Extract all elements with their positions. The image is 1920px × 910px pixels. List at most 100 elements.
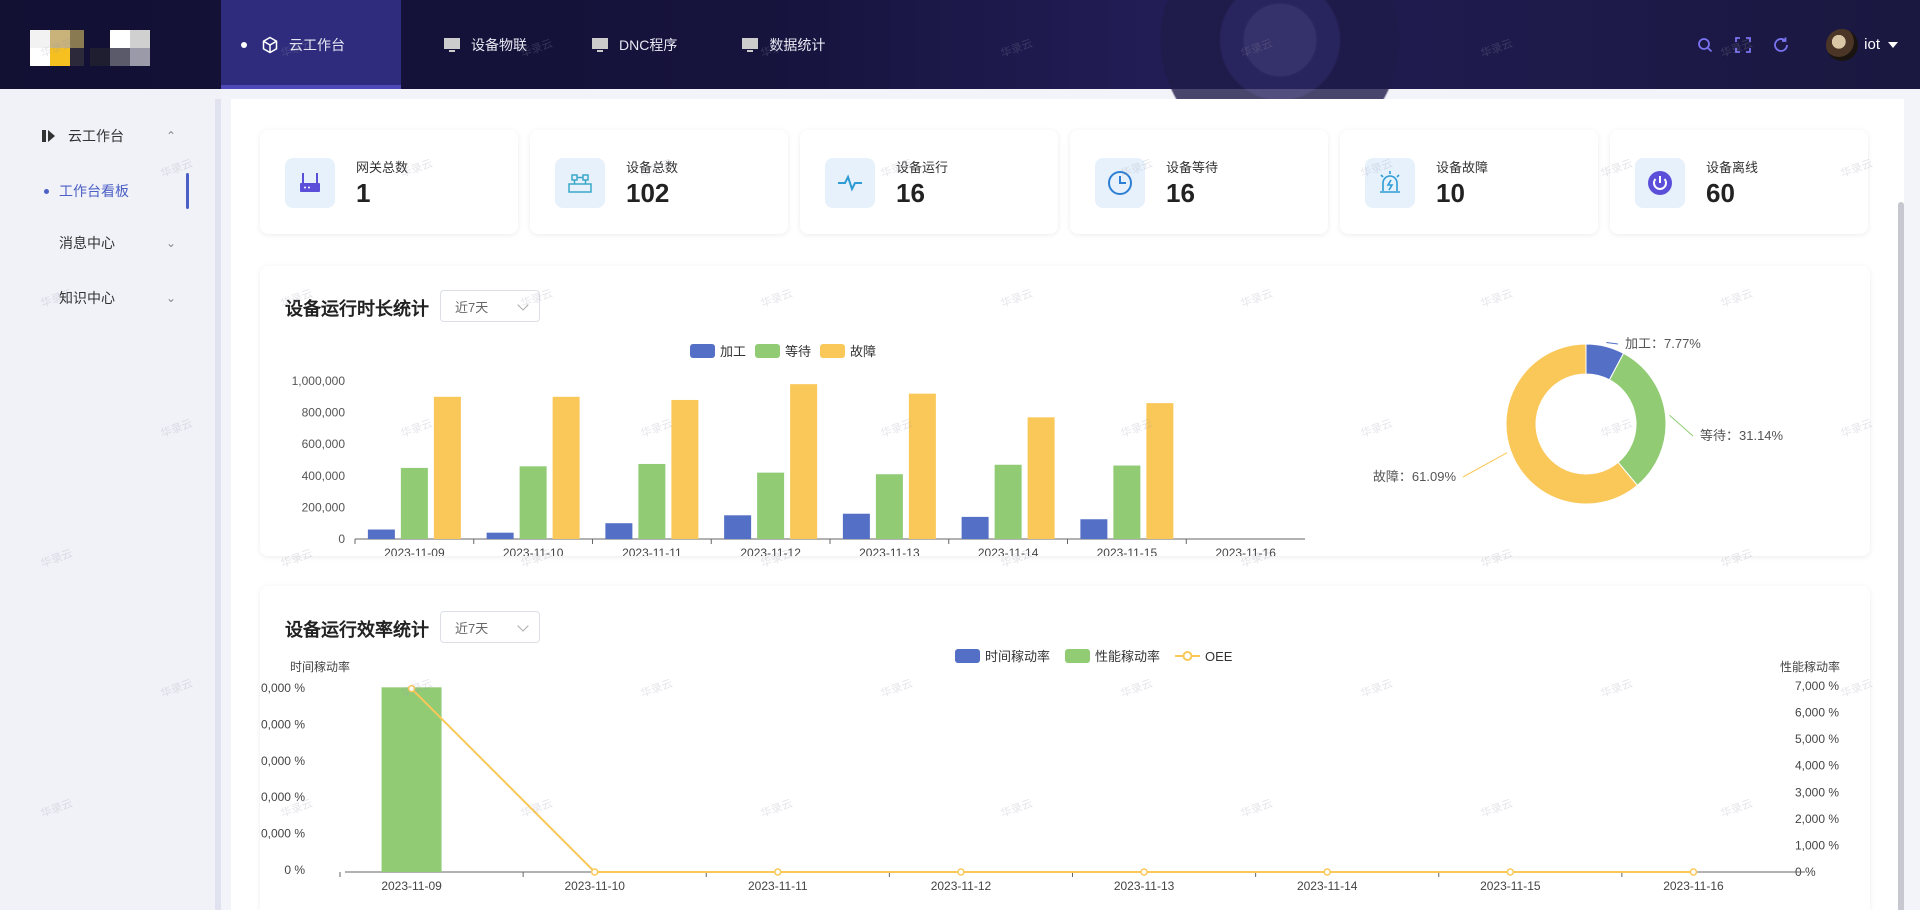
stat-value: 16 [1166, 178, 1195, 208]
fullscreen-icon[interactable] [1733, 35, 1753, 55]
panel-title: 设备运行效率统计 [285, 620, 429, 640]
x-tick-label: 2023-11-13 [859, 546, 920, 556]
stat-label: 设备等待 [1166, 160, 1219, 175]
nav-label: DNC程序 [619, 36, 678, 53]
y-tick-label: 0,000 % [261, 827, 305, 841]
legend-label: OEE [1205, 649, 1233, 664]
y-tick-label: 0 % [284, 863, 305, 877]
nav-item-data-statistics[interactable]: 数据统计 [709, 0, 857, 89]
x-tick-label: 2023-11-16 [1215, 546, 1276, 556]
sidebar-group-label: 云工作台 [68, 128, 124, 144]
x-tick-label: 2023-11-12 [740, 546, 801, 556]
legend-label: 等待 [785, 344, 811, 359]
efficiency-chart: 时间稼动率 性能稼动率 OEE时间稼动率 性能稼动率0 %0,000 %0,000 %… [261, 649, 1840, 893]
cube-icon [261, 36, 279, 54]
stat-label: 设备离线 [1706, 160, 1759, 175]
nav-item-dnc-program[interactable]: DNC程序 [559, 0, 709, 89]
sidebar-item-messages[interactable]: 消息中心 ⌄ [0, 223, 221, 263]
gateway-icon [285, 158, 335, 208]
legend-swatch [755, 344, 780, 358]
oee-point [1140, 868, 1148, 876]
sidebar-group-cloud-workbench[interactable]: 云工作台 ⌃ [0, 116, 221, 156]
monitor-icon [741, 36, 759, 54]
top-header: 云工作台 设备物联 DNC程序 数据统计 iot [0, 0, 1920, 140]
y-tick-label: 0,000 % [261, 681, 305, 695]
monitor-icon [443, 36, 461, 54]
nav-label: 设备物联 [471, 36, 527, 53]
legend-label: 加工 [720, 344, 746, 359]
main-content: 网关总数 1 设备总数 102 设备运行 16 设备等待 16 设备故障 1 0 … [231, 99, 1904, 910]
legend-marker [1182, 651, 1193, 661]
bar-等待 [757, 472, 785, 539]
stat-value: 60 [1706, 178, 1735, 208]
stat-value: 102 [626, 178, 670, 208]
stat-label: 设备总数 [626, 160, 679, 175]
x-tick-label: 2023-11-13 [1114, 879, 1175, 893]
oee-point [957, 868, 965, 876]
stat-card-devices: 设备总数 102 [530, 130, 788, 234]
sidebar-item-knowledge[interactable]: 知识中心 ⌄ [0, 278, 221, 318]
slice-label: 故障：61.09% [1373, 469, 1457, 484]
search-icon[interactable] [1695, 35, 1715, 55]
x-tick-label: 2023-11-09 [384, 546, 445, 556]
clock-icon [1095, 158, 1145, 208]
chevron-down-icon [517, 620, 529, 632]
y-tick-label: 600,000 [302, 437, 346, 451]
bar-等待 [875, 474, 903, 539]
nav-label: 云工作台 [289, 36, 345, 53]
x-tick-label: 2023-11-15 [1097, 546, 1158, 556]
power-icon [1635, 158, 1685, 208]
stat-card-gateways: 网关总数 1 [260, 130, 518, 234]
y-tick-label: 400,000 [302, 469, 346, 483]
y-tick-label: 0,000 % [261, 790, 305, 804]
bar-故障 [1146, 403, 1174, 539]
legend-swatch [955, 649, 980, 663]
oee-point [1506, 868, 1515, 876]
pulse-icon [825, 158, 875, 208]
runtime-bar-chart: 0 200,000 400,000 600,000 800,000 1,000,000 20… [292, 344, 1305, 556]
y2-tick-label: 5,000 % [1795, 732, 1839, 746]
legend-swatch [1065, 649, 1090, 663]
oee-line [410, 687, 1694, 873]
bar-加工 [486, 532, 514, 539]
bar-加工 [367, 529, 395, 539]
chevron-down-icon[interactable] [1888, 41, 1898, 48]
stat-card-running: 设备运行 16 [800, 130, 1058, 234]
nav-item-device-iot[interactable]: 设备物联 [411, 0, 559, 89]
sidebar-item-dashboard[interactable]: 工作台看板 [0, 171, 221, 211]
chevron-down-icon: ⌄ [165, 236, 176, 250]
stat-label: 设备运行 [896, 160, 949, 175]
bar-故障 [790, 384, 818, 539]
bar-等待 [638, 463, 666, 539]
sidebar-item-label: 消息中心 [59, 235, 115, 251]
x-tick-label: 2023-11-14 [978, 546, 1039, 556]
bar-加工 [1080, 519, 1108, 539]
stat-label: 网关总数 [356, 160, 409, 175]
period-select[interactable]: 近7天 [440, 611, 540, 643]
legend-swatch [820, 344, 845, 358]
oee-point [1689, 868, 1698, 876]
refresh-icon[interactable] [1771, 35, 1791, 55]
header-tools: iot [1686, 0, 1898, 89]
sidebar-item-label: 工作台看板 [59, 183, 129, 199]
scrollbar[interactable] [1898, 202, 1904, 910]
nav-item-cloud-workbench[interactable]: 云工作台 [221, 0, 401, 89]
y-tick-label: 200,000 [302, 500, 346, 514]
oee-point [407, 684, 416, 693]
y-tick-label: 0,000 % [261, 754, 305, 768]
y-tick-label: 0,000 % [261, 717, 305, 731]
monitor-icon [591, 36, 609, 54]
chevron-down-icon: ⌄ [165, 291, 176, 305]
sidebar: 云工作台 ⌃ 工作台看板 消息中心 ⌄ 知识中心 ⌄ [0, 89, 221, 910]
nav-label: 数据统计 [769, 36, 826, 53]
label-leader-line [1606, 341, 1619, 345]
stat-label: 设备故障 [1436, 160, 1489, 175]
bar-等待 [519, 466, 547, 539]
stat-value: 16 [896, 178, 925, 208]
avatar[interactable] [1826, 28, 1859, 61]
stat-card-fault: 设备故障 10 [1340, 130, 1598, 234]
bar-加工 [842, 513, 870, 539]
x-tick-label: 2023-11-16 [1663, 879, 1724, 893]
user-name[interactable]: iot [1864, 36, 1880, 53]
y-tick-label: 1,000,000 [292, 374, 346, 388]
